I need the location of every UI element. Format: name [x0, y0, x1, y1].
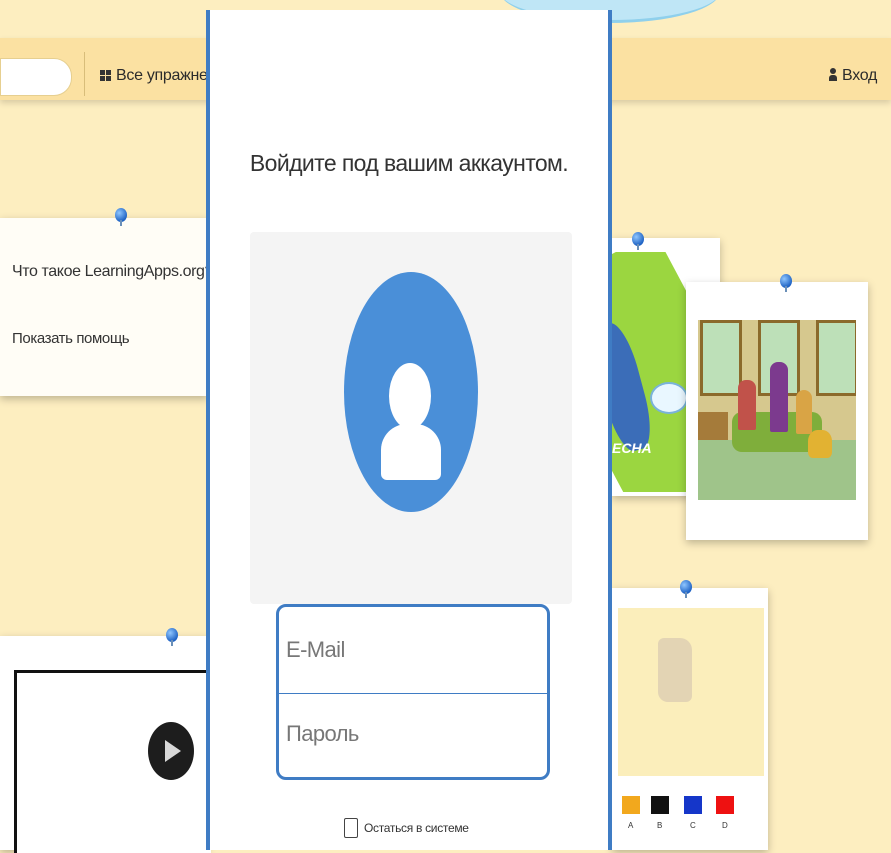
exercise-thumbnail-green: ЕСНА [612, 252, 692, 492]
pin-icon [166, 628, 178, 646]
color-swatch-label: A [628, 821, 634, 830]
help-title[interactable]: Что такое LearningApps.org? [12, 263, 213, 281]
help-card [0, 218, 208, 396]
avatar-head [389, 363, 431, 429]
color-swatch[interactable] [651, 796, 669, 814]
color-swatch-label: D [722, 821, 728, 830]
all-exercises-link[interactable]: Все упражне [100, 67, 208, 85]
email-field[interactable] [284, 627, 546, 673]
pin-icon [780, 274, 792, 292]
show-help-link[interactable]: Показать помощь [12, 330, 130, 347]
color-swatch-label: C [690, 821, 696, 830]
pin-icon [632, 232, 644, 250]
pin-icon [115, 208, 127, 226]
modal-title: Войдите под вашим аккаунтом. [249, 150, 569, 176]
grid-icon [100, 70, 111, 81]
password-field[interactable] [284, 711, 546, 757]
pin-icon [680, 580, 692, 598]
play-icon[interactable] [148, 722, 194, 780]
color-swatch[interactable] [622, 796, 640, 814]
stay-logged-in-checkbox[interactable] [344, 818, 358, 838]
green-card-caption: ЕСНА [612, 440, 652, 456]
color-swatch-label: B [657, 821, 663, 830]
avatar-body [381, 424, 441, 480]
stay-logged-in-label: Остаться в системе [364, 821, 469, 835]
all-exercises-label: Все упражне [116, 67, 208, 84]
exercise-thumbnail-family [698, 320, 856, 500]
color-swatch[interactable] [684, 796, 702, 814]
color-swatch[interactable] [716, 796, 734, 814]
login-field-divider [276, 693, 550, 694]
user-icon [829, 68, 837, 81]
login-label: Вход [842, 67, 877, 84]
search-input[interactable] [0, 58, 72, 96]
nav-divider [84, 52, 85, 96]
paint-blob [658, 638, 692, 702]
login-link[interactable]: Вход [829, 67, 877, 85]
